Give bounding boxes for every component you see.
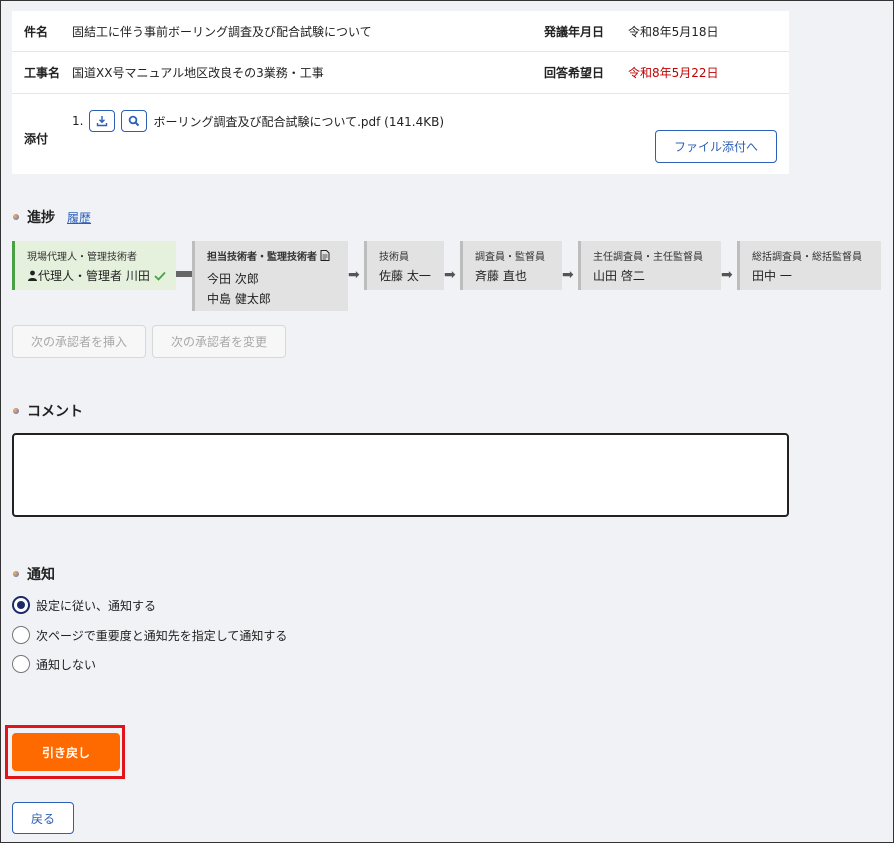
document-icon [320, 250, 330, 261]
issue-date-label: 発議年月日 [544, 24, 605, 39]
project-label: 工事名 [24, 66, 61, 80]
radio-label: 設定に従い、通知する [36, 598, 157, 613]
arrow-right-icon: ➡ [348, 267, 360, 283]
approval-step-1: 現場代理人・管理技術者 代理人・管理者 川田 [12, 241, 176, 290]
approval-step-6: 総括調査員・総括監督員 田中 一 [737, 241, 881, 290]
step-role: 技術員 [379, 252, 409, 263]
pullback-button[interactable]: 引き戻し [12, 733, 120, 771]
check-icon [154, 271, 166, 281]
notify-option-none[interactable]: 通知しない [12, 655, 96, 673]
attachment-index: 1. [72, 114, 84, 128]
bullet-icon [13, 408, 19, 414]
file-attach-button[interactable]: ファイル添付へ [655, 130, 777, 163]
step-name: 佐藤 太一 [379, 269, 431, 283]
attachment-label: 添付 [24, 132, 49, 146]
radio-button[interactable] [12, 596, 30, 614]
download-icon [97, 116, 108, 127]
step-role: 担当技術者・監理技術者 [207, 252, 317, 263]
step-name-row: 代理人・管理者 川田 [27, 267, 176, 284]
bullet-icon [13, 214, 19, 220]
attachment-row: 添付 1. ボーリング調査及び配合試験について.pdf (141.4KB) ファ [12, 94, 789, 174]
approval-step-2: 担当技術者・監理技術者 今田 次郎 中島 健太郎 [192, 241, 348, 311]
step-role-row: 担当技術者・監理技術者 [207, 248, 348, 263]
radio-label: 次ページで重要度と通知先を指定して通知する [36, 628, 288, 643]
notification-heading: 通知 [13, 564, 55, 584]
reply-date-value: 令和8年5月22日 [628, 66, 719, 80]
step-name: 山田 啓二 [593, 269, 645, 283]
subject-value: 固結工に伴う事前ボーリング調査及び配合試験について [72, 24, 372, 39]
comment-title: コメント [27, 404, 83, 420]
approval-step-4: 調査員・監督員 斉藤 直也 [460, 241, 562, 290]
step-name: 斉藤 直也 [475, 269, 527, 283]
magnifier-icon [129, 115, 140, 127]
change-approver-button[interactable]: 次の承認者を変更 [152, 325, 286, 358]
subject-row: 件名 固結工に伴う事前ボーリング調査及び配合試験について 発議年月日 令和8年5… [12, 11, 789, 52]
attachment-filename: ボーリング調査及び配合試験について.pdf (141.4KB) [153, 114, 445, 129]
step-role: 総括調査員・総括監督員 [752, 252, 862, 263]
insert-approver-button[interactable]: 次の承認者を挿入 [12, 325, 146, 358]
step-names: 今田 次郎 中島 健太郎 [207, 269, 348, 309]
history-link[interactable]: 履歴 [67, 209, 91, 226]
progress-title: 進捗 [27, 210, 55, 226]
step-name: 今田 次郎 [207, 272, 259, 286]
comment-input[interactable] [12, 433, 789, 517]
document-info-table: 件名 固結工に伴う事前ボーリング調査及び配合試験について 発議年月日 令和8年5… [12, 11, 789, 174]
arrow-right-icon: ➡ [562, 267, 574, 283]
preview-button[interactable] [121, 110, 148, 132]
progress-heading: 進捗 履歴 [13, 207, 91, 227]
bullet-icon [13, 571, 19, 577]
comment-heading: コメント [13, 401, 83, 421]
back-button[interactable]: 戻る [12, 802, 74, 834]
notification-title: 通知 [27, 567, 55, 583]
notify-option-specify[interactable]: 次ページで重要度と通知先を指定して通知する [12, 626, 287, 644]
arrow-right-icon: ➡ [444, 267, 456, 283]
person-icon [28, 270, 37, 281]
download-button[interactable] [89, 110, 116, 132]
notify-option-settings[interactable]: 設定に従い、通知する [12, 596, 156, 614]
project-row: 工事名 国道XX号マニュアル地区改良その3業務・工事 回答希望日 令和8年5月2… [12, 52, 789, 94]
approval-step-3: 技術員 佐藤 太一 [364, 241, 444, 290]
approval-step-5: 主任調査員・主任監督員 山田 啓二 [578, 241, 721, 290]
radio-label: 通知しない [36, 657, 97, 672]
step-name: 代理人・管理者 川田 [38, 269, 150, 283]
step-name: 中島 健太郎 [207, 292, 271, 306]
attachment-area: 1. ボーリング調査及び配合試験について.pdf (141.4KB) ファイル添… [72, 94, 789, 174]
issue-date-value: 令和8年5月18日 [628, 24, 719, 39]
radio-button[interactable] [12, 655, 30, 673]
arrow-right-icon: ➡ [721, 267, 733, 283]
radio-button[interactable] [12, 626, 30, 644]
connector-icon [176, 271, 192, 277]
step-role: 現場代理人・管理技術者 [27, 252, 137, 263]
subject-label: 件名 [24, 24, 49, 39]
step-name: 田中 一 [752, 269, 792, 283]
reply-date-label: 回答希望日 [544, 66, 605, 80]
project-value: 国道XX号マニュアル地区改良その3業務・工事 [72, 66, 324, 80]
attachment-item: 1. ボーリング調査及び配合試験について.pdf (141.4KB) [72, 110, 444, 132]
step-role: 主任調査員・主任監督員 [593, 252, 703, 263]
step-role: 調査員・監督員 [475, 252, 545, 263]
